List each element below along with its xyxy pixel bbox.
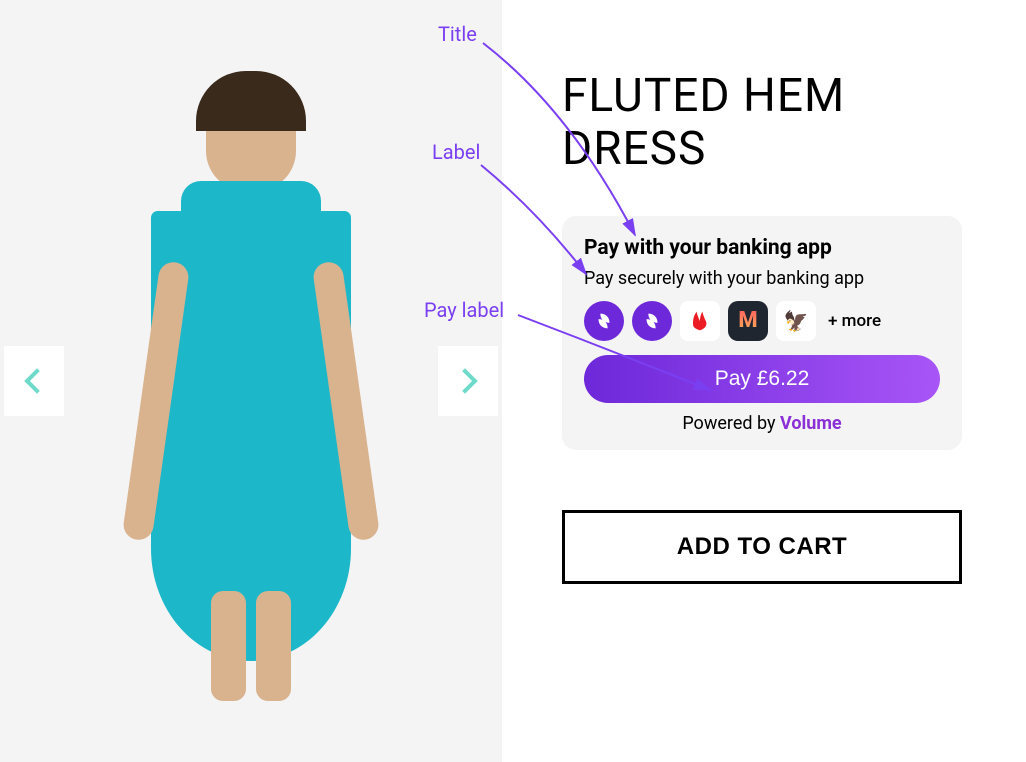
more-banks-text[interactable]: + more xyxy=(828,311,881,331)
pay-widget: Pay with your banking app Pay securely w… xyxy=(562,216,962,450)
product-title: FLUTED HEM DRESS xyxy=(562,70,986,176)
barclays-icon[interactable]: 🦅 xyxy=(776,301,816,341)
product-image xyxy=(86,21,416,741)
starling-icon[interactable] xyxy=(584,301,624,341)
gallery-prev-button[interactable] xyxy=(4,346,64,416)
santander-icon[interactable] xyxy=(680,301,720,341)
product-details: FLUTED HEM DRESS Pay with your banking a… xyxy=(502,0,1026,762)
monzo-icon[interactable]: M xyxy=(728,301,768,341)
chevron-right-icon xyxy=(452,368,477,393)
powered-brand[interactable]: Volume xyxy=(780,413,842,434)
starling-icon-2[interactable] xyxy=(632,301,672,341)
add-to-cart-button[interactable]: ADD TO CART xyxy=(562,510,962,584)
pay-widget-title: Pay with your banking app xyxy=(584,236,940,260)
chevron-left-icon xyxy=(24,368,49,393)
powered-prefix: Powered by xyxy=(682,413,780,434)
pay-widget-label: Pay securely with your banking app xyxy=(584,268,940,289)
product-gallery xyxy=(0,0,502,762)
gallery-next-button[interactable] xyxy=(438,346,498,416)
pay-button[interactable]: Pay £6.22 xyxy=(584,355,940,403)
bank-icons-row: M 🦅 + more xyxy=(584,301,940,341)
powered-by: Powered by Volume xyxy=(584,413,940,434)
